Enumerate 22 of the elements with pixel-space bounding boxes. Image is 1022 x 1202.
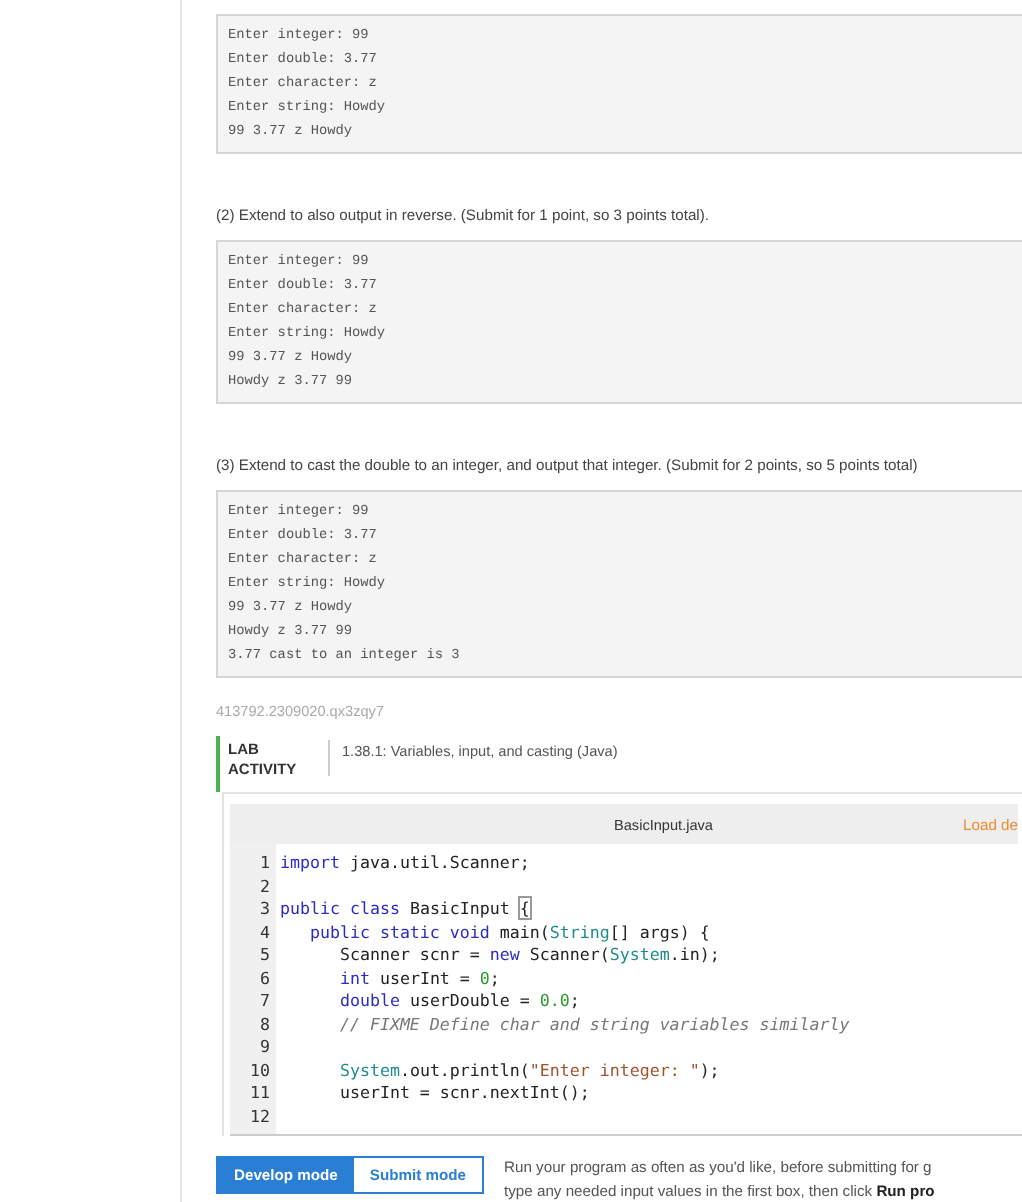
line-number: 3 — [258, 898, 272, 921]
line-number: 11 — [248, 1082, 272, 1105]
line-number: 12 — [248, 1105, 272, 1128]
code-line: // FIXME Define char and string variables similarly — [337, 1013, 850, 1036]
code-line: int userInt = 0; — [337, 967, 502, 990]
code-area[interactable] — [230, 844, 1022, 1136]
line-number: 5 — [258, 944, 272, 967]
line-number: 7 — [258, 990, 272, 1013]
line-number: 4 — [258, 921, 272, 944]
line-number: 6 — [258, 967, 272, 990]
code-line: userInt = scnr.nextInt(); — [337, 1082, 592, 1105]
line-number: 2 — [258, 875, 272, 898]
line-number: 10 — [248, 1059, 272, 1082]
code-line: double userDouble = 0.0; — [337, 990, 582, 1013]
code-line: import java.util.Scanner; — [278, 852, 532, 875]
line-number: 8 — [258, 1013, 272, 1036]
code-line: Scanner scnr = new Scanner(System.in); — [337, 944, 722, 967]
code-line: public class BasicInput { — [278, 898, 532, 921]
code-line: System.out.println("Enter integer: "); — [337, 1059, 722, 1082]
code-line: public static void main(String[] args) { — [307, 921, 712, 944]
line-number: 1 — [258, 852, 272, 875]
line-number: 9 — [258, 1036, 272, 1059]
